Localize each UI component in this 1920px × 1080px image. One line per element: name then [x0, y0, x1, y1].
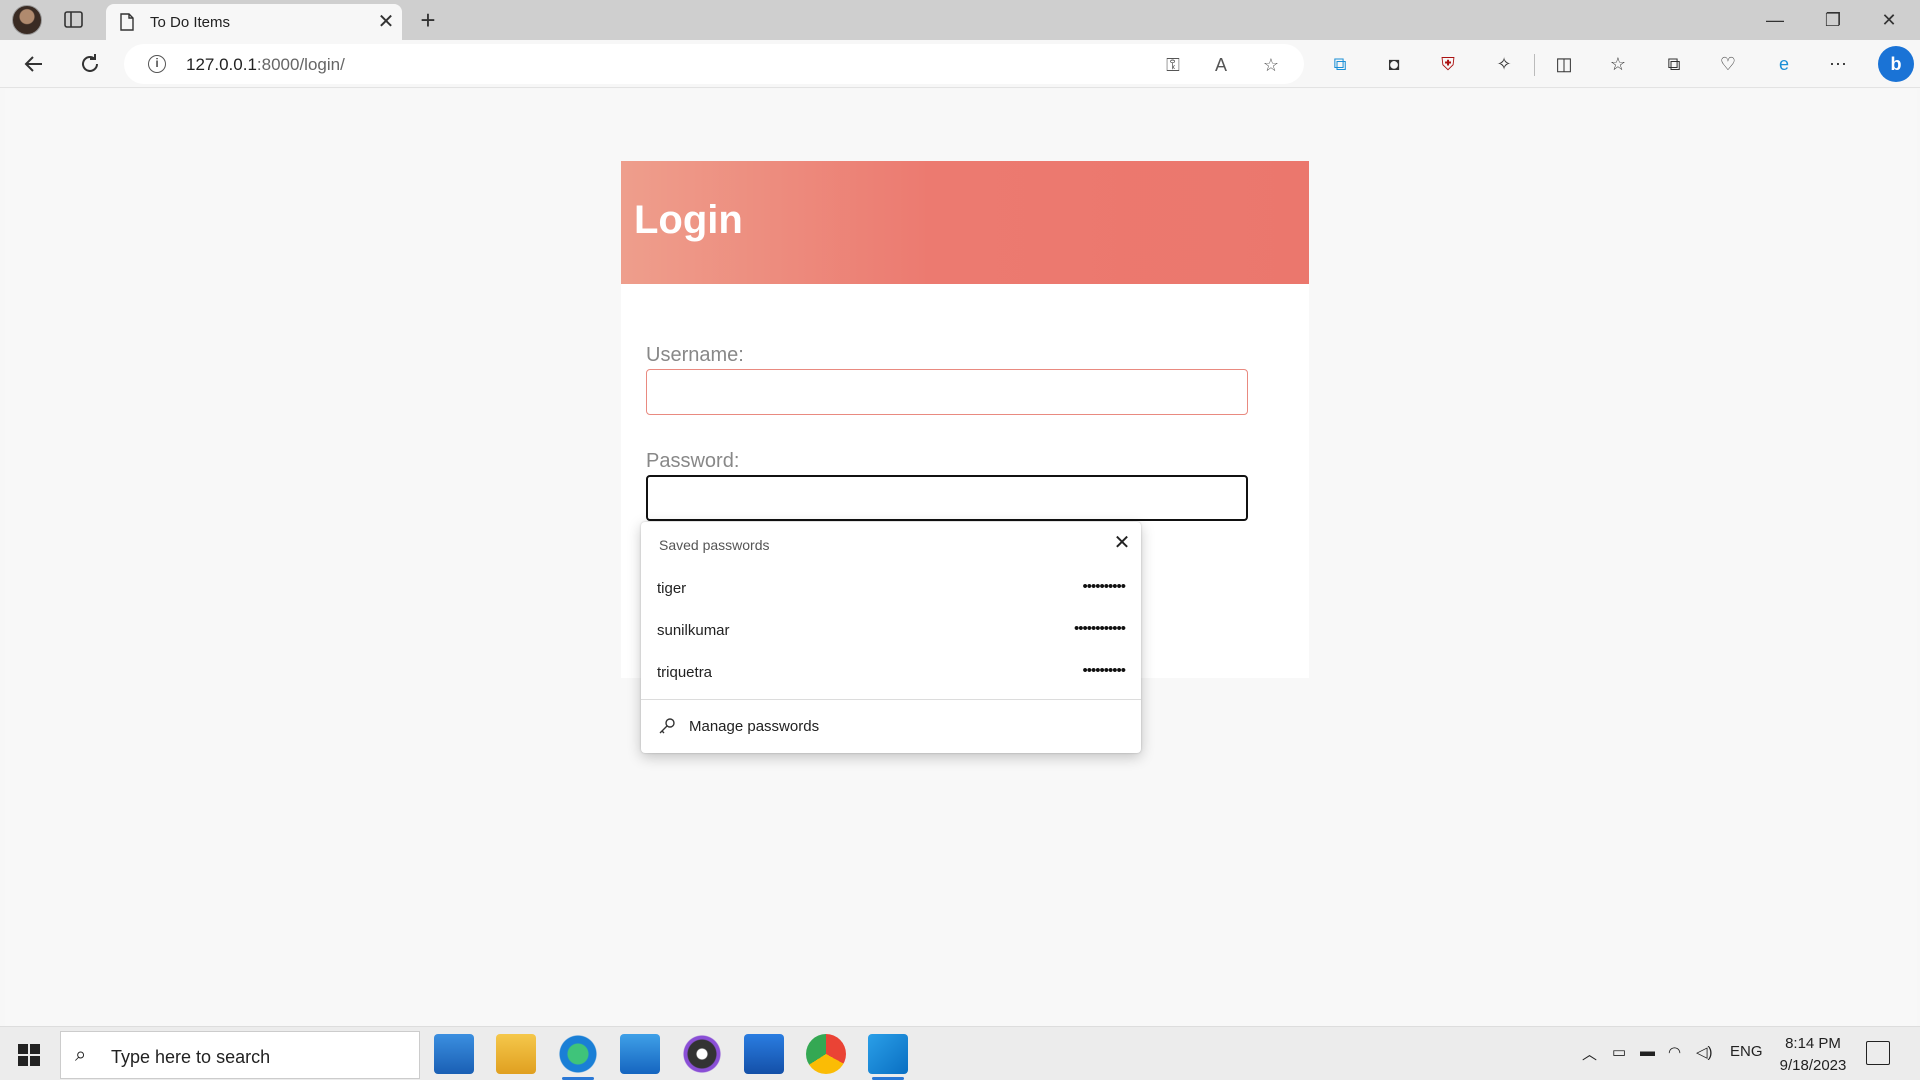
username-input[interactable]	[646, 369, 1248, 415]
toolbar-divider	[1534, 54, 1535, 76]
saved-password-mask: ••••••••••••	[1073, 620, 1126, 637]
manage-passwords-button[interactable]: Manage passwords	[641, 708, 1141, 748]
browser-toolbar: i 127.0.0.1:8000/login/ ⚿ A ☆ ⧉ ◘ ⛨ ✧ ◫ …	[0, 40, 1920, 88]
saved-password-mask: ••••••••••	[1082, 578, 1126, 595]
saved-username: sunilkumar	[657, 622, 730, 639]
back-arrow-icon[interactable]	[20, 50, 48, 78]
site-info-icon[interactable]: i	[148, 55, 166, 73]
translate-icon[interactable]: ⧉	[1326, 50, 1354, 78]
saved-username: tiger	[657, 580, 687, 597]
saved-password-row[interactable]: triquetra ••••••••••	[641, 652, 1141, 692]
tab-close-icon[interactable]: ✕	[376, 12, 396, 32]
collections-icon[interactable]: ⧉	[1660, 50, 1688, 78]
battery-icon[interactable]: ▬	[1640, 1043, 1655, 1060]
login-header: Login	[621, 161, 1309, 284]
clock-date: 9/18/2023	[1779, 1057, 1847, 1074]
saved-username: triquetra	[657, 664, 713, 681]
more-menu-icon[interactable]: ⋯	[1824, 50, 1852, 78]
split-screen-icon[interactable]: ◫	[1550, 50, 1578, 78]
saved-password-row[interactable]: tiger ••••••••••	[641, 568, 1141, 608]
url-host: 127.0.0.1	[186, 55, 257, 74]
popup-title: Saved passwords	[659, 537, 770, 553]
browser-titlebar: To Do Items ✕ + — ❐ ✕	[0, 0, 1920, 40]
favorites-icon[interactable]: ☆	[1604, 50, 1632, 78]
username-label: Username:	[646, 344, 744, 366]
favorite-star-icon[interactable]: ☆	[1260, 54, 1282, 76]
extensions-puzzle-icon[interactable]: ✧	[1490, 50, 1518, 78]
popup-divider	[641, 699, 1141, 700]
robot-extension-icon[interactable]: ◘	[1380, 50, 1408, 78]
store-icon[interactable]	[744, 1034, 784, 1074]
key-icon[interactable]: ⚿	[1162, 54, 1184, 76]
media-app-icon[interactable]	[620, 1034, 660, 1074]
saved-passwords-popup: Saved passwords ✕ tiger •••••••••• sunil…	[641, 522, 1141, 753]
bing-copilot-icon[interactable]: b	[1878, 46, 1914, 82]
key-icon	[657, 716, 677, 736]
clock-time: 8:14 PM	[1785, 1035, 1841, 1052]
url-text[interactable]: 127.0.0.1:8000/login/	[186, 55, 345, 75]
read-aloud-icon[interactable]: A	[1210, 54, 1232, 76]
manage-passwords-label: Manage passwords	[689, 718, 820, 735]
windows-start-icon[interactable]	[18, 1044, 40, 1066]
refresh-icon[interactable]	[76, 50, 104, 78]
browser-essentials-icon[interactable]: ♡	[1714, 50, 1742, 78]
chrome-icon[interactable]	[806, 1034, 846, 1074]
tab-to-do-items[interactable]: To Do Items ✕	[106, 4, 402, 40]
edge-browser-icon[interactable]	[558, 1034, 598, 1080]
tab-title: To Do Items	[150, 14, 231, 31]
password-label: Password:	[646, 450, 740, 472]
notification-icon[interactable]	[1866, 1041, 1890, 1065]
chevron-up-icon[interactable]: ︿	[1582, 1043, 1597, 1064]
meet-now-icon[interactable]: ▭	[1612, 1043, 1626, 1061]
vscode-icon[interactable]	[868, 1034, 908, 1080]
saved-password-row[interactable]: sunilkumar ••••••••••••	[641, 610, 1141, 650]
windows-taskbar: ⌕ Type here to search ︿ ▭ ▬ ◠ ◁) ENG 8:1…	[0, 1026, 1920, 1080]
address-bar[interactable]: i 127.0.0.1:8000/login/ ⚿ A ☆	[124, 44, 1304, 84]
tab-actions-icon[interactable]	[62, 9, 86, 31]
url-path: :8000/login/	[256, 55, 345, 74]
language-indicator[interactable]: ENG	[1730, 1043, 1763, 1060]
minimize-button[interactable]: —	[1752, 6, 1798, 34]
file-explorer-icon[interactable]	[496, 1034, 536, 1074]
media-player-icon[interactable]	[682, 1034, 722, 1074]
wifi-icon[interactable]: ◠	[1668, 1043, 1681, 1061]
ie-mode-icon[interactable]: e	[1770, 50, 1798, 78]
volume-icon[interactable]: ◁)	[1696, 1043, 1713, 1061]
password-input[interactable]	[646, 475, 1248, 521]
taskbar-search-box[interactable]: ⌕ Type here to search	[60, 1031, 420, 1079]
new-tab-button[interactable]: +	[414, 6, 442, 34]
profile-avatar[interactable]	[12, 5, 42, 35]
login-title: Login	[634, 198, 743, 242]
ublock-shield-icon[interactable]: ⛨	[1434, 50, 1462, 78]
saved-password-mask: ••••••••••	[1082, 662, 1126, 679]
restore-button[interactable]: ❐	[1810, 6, 1856, 34]
taskbar-clock[interactable]: 8:14 PM 9/18/2023	[1768, 1033, 1858, 1077]
mail-app-icon[interactable]	[434, 1034, 474, 1074]
close-window-button[interactable]: ✕	[1866, 6, 1912, 34]
search-icon: ⌕	[75, 1044, 87, 1066]
close-icon[interactable]: ✕	[1111, 532, 1133, 554]
page-icon	[120, 13, 134, 31]
search-placeholder: Type here to search	[111, 1047, 271, 1067]
